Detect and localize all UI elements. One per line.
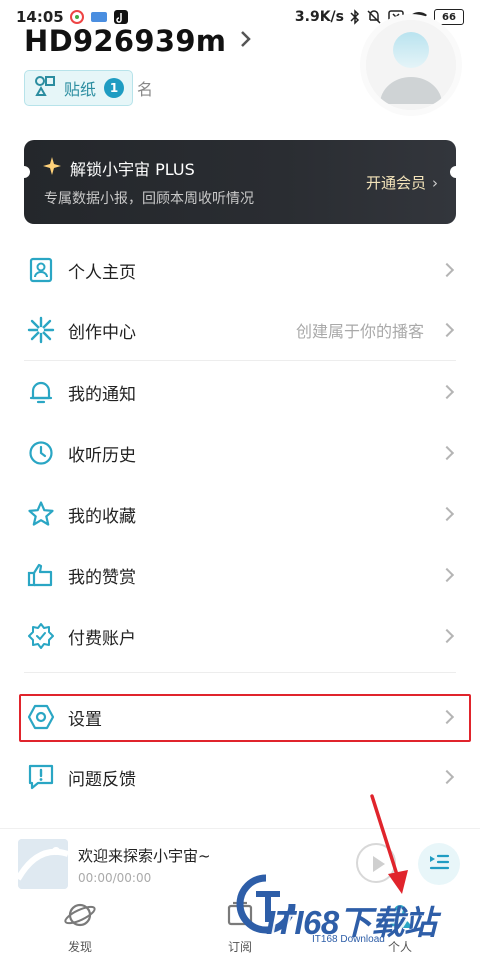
badge-icon [24,619,58,653]
menu-label: 我的通知 [68,384,136,405]
menu-item-creator-center[interactable]: 创作中心 创建属于你的播客 [24,302,456,358]
chevron-right-icon [439,567,455,583]
menu-item-notifications[interactable]: 我的通知 [24,364,456,420]
plus-title: 解锁小宇宙 PLUS [70,160,195,179]
menu-item-listening-history[interactable]: 收听历史 [24,425,456,481]
sparkle-star-icon [42,156,62,180]
sticker-label: 贴纸 [64,80,97,99]
avatar[interactable] [366,20,456,110]
menu-item-personal-home[interactable]: 个人主页 [24,242,456,298]
menu-label: 个人主页 [68,262,136,283]
menu-item-favorites[interactable]: 我的收藏 [24,486,456,542]
divider [24,360,456,361]
profile-header: HD926939m 贴纸 1 名 [0,20,480,120]
signature-fragment: 名 [137,80,154,99]
open-membership-button[interactable]: 开通会员 › [366,172,438,193]
plus-title-row: 解锁小宇宙 PLUS [42,156,195,180]
planet-icon [63,900,97,934]
open-membership-label: 开通会员 [365,174,426,192]
menu-label: 我的收藏 [68,506,136,527]
plus-subtitle: 专属数据小报，回顾本周收听情况 [44,191,254,207]
feedback-icon [24,760,58,794]
watermark-sub: IT168 Download [312,934,385,945]
clock-icon [24,436,58,470]
bell-icon [24,375,58,409]
chevron-right-icon [439,262,455,278]
chevron-right-icon [439,384,455,400]
create-podcast-hint: 创建属于你的播客 [295,322,424,341]
profile-card-icon [24,253,58,287]
chevron-right-icon [439,769,455,785]
chevron-right-icon [439,628,455,644]
chevron-right-icon [439,322,455,338]
player-title[interactable]: 欢迎来探索小宇宙~ [78,845,211,866]
player-time: 00:00/00:00 [78,871,152,885]
username[interactable]: HD926939m [24,24,226,58]
divider [24,672,456,673]
sticker-row: 贴纸 1 名 [24,70,153,106]
chevron-right-icon[interactable] [240,29,252,54]
menu-label: 收听历史 [68,445,136,466]
arrow-annotation-icon [350,790,420,900]
menu-item-paid-account[interactable]: 付费账户 [24,608,456,664]
settings-highlight-box [19,694,471,742]
menu-label: 创作中心 [68,322,136,343]
menu-label: 我的赞赏 [68,567,136,588]
menu-item-my-tips[interactable]: 我的赞赏 [24,547,456,603]
plus-membership-banner[interactable]: 解锁小宇宙 PLUS 专属数据小报，回顾本周收听情况 开通会员 › [24,140,456,224]
menu-label: 问题反馈 [68,769,136,790]
chevron-right-icon: › [432,173,438,192]
menu-label: 付费账户 [68,628,136,649]
thumbs-up-icon [24,558,58,592]
chevron-right-icon [439,445,455,461]
sticker-count-badge: 1 [104,78,125,98]
chevron-right-icon [439,506,455,522]
username-row[interactable]: HD926939m [24,24,252,58]
sticker-icon [34,75,56,101]
episode-cover[interactable] [18,839,68,889]
tab-discover[interactable]: 发现 [50,900,110,956]
star-icon [24,497,58,531]
sparkle-icon [24,313,58,347]
tab-label: 发现 [67,940,92,954]
sticker-button[interactable]: 贴纸 1 [24,70,134,106]
